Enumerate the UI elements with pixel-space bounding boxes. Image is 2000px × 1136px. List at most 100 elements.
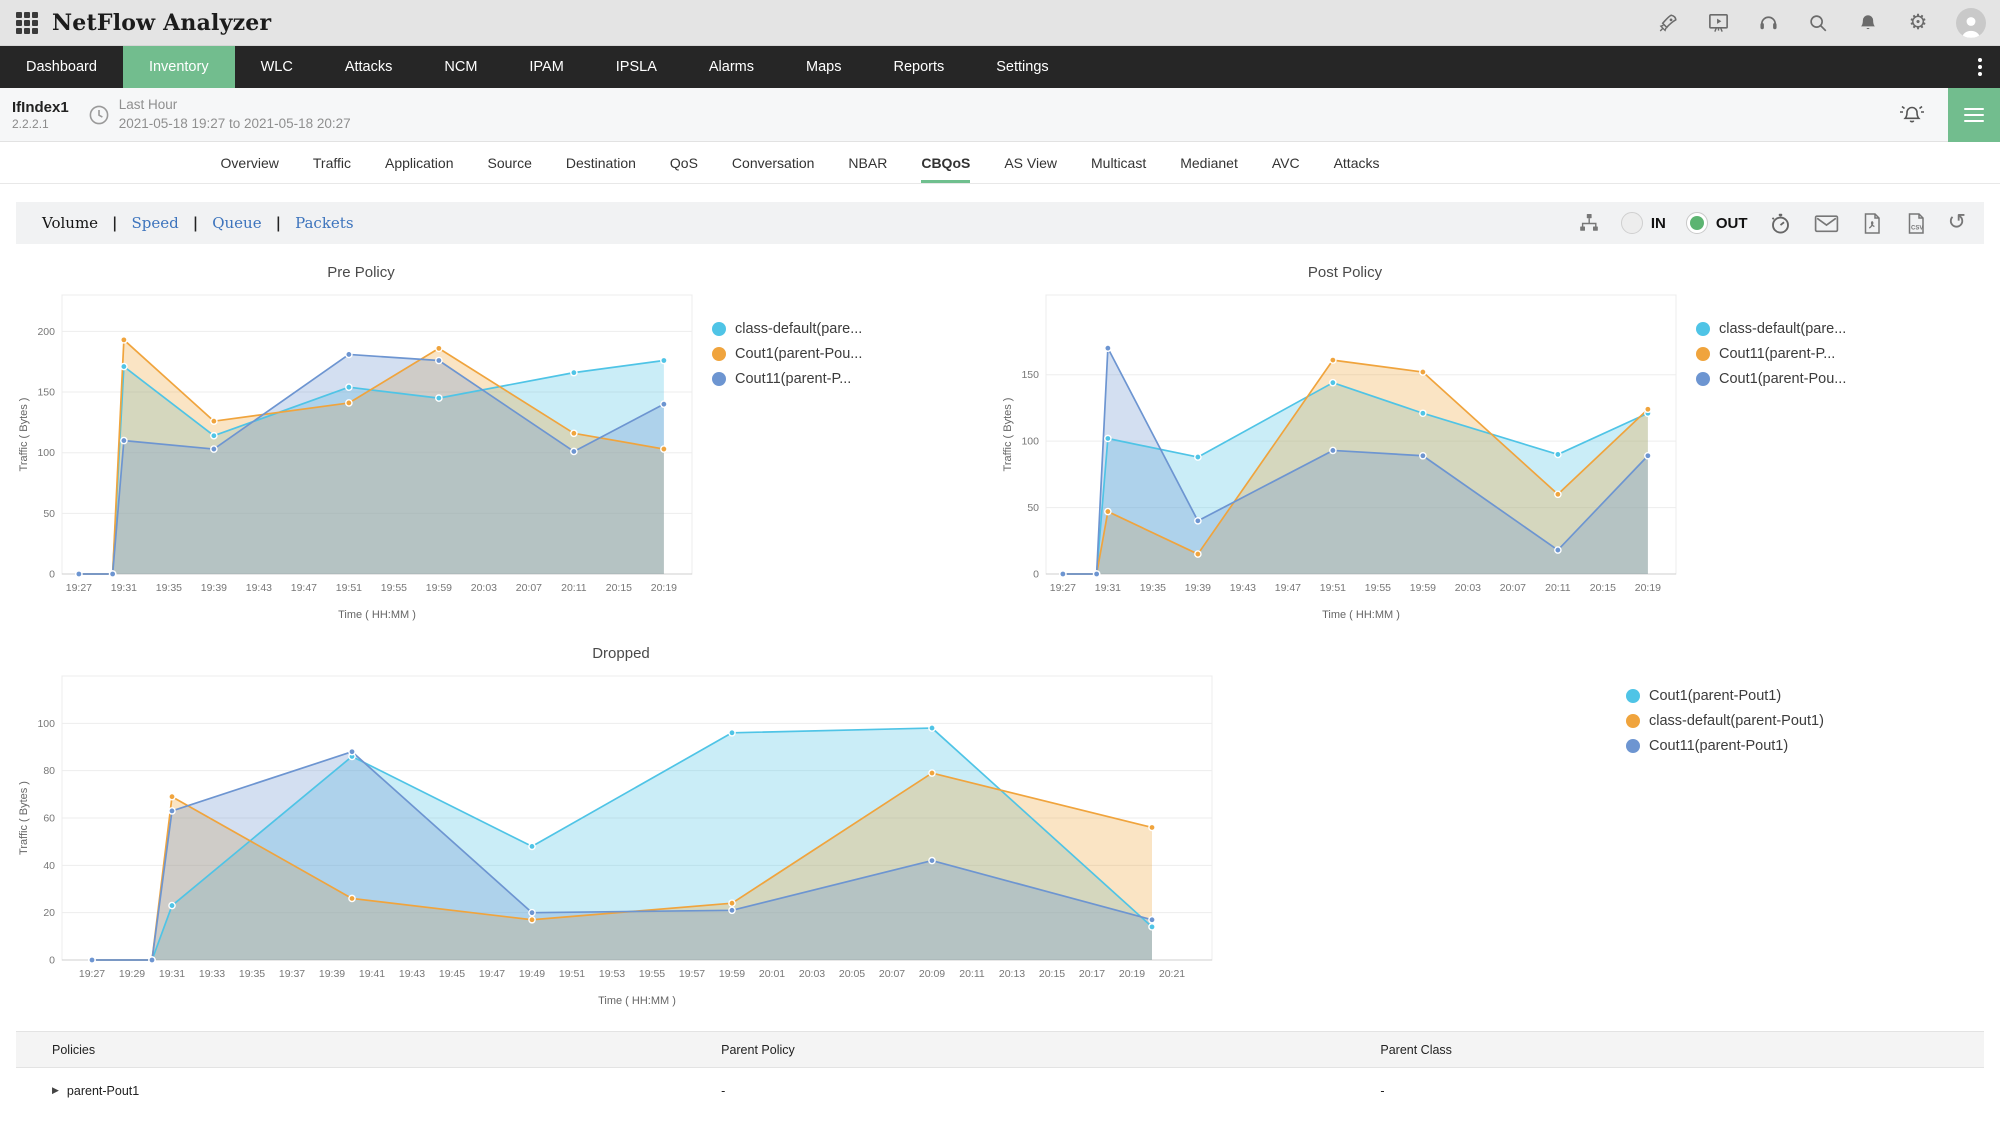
legend-item[interactable]: class-default(pare... [1696,321,1846,337]
metric-packets[interactable]: Packets [295,214,353,232]
data-point[interactable] [89,957,95,963]
app-grid-icon[interactable] [16,12,38,34]
data-point[interactable] [149,957,155,963]
tab-traffic[interactable]: Traffic [313,142,351,183]
data-point[interactable] [1105,435,1111,441]
tab-as-view[interactable]: AS View [1004,142,1057,183]
data-point[interactable] [1195,551,1201,557]
data-point[interactable] [529,843,535,849]
screen-demo-icon[interactable] [1706,11,1730,35]
data-point[interactable] [76,571,82,577]
data-point[interactable] [121,337,127,343]
data-point[interactable] [729,907,735,913]
data-point[interactable] [349,895,355,901]
data-point[interactable] [529,917,535,923]
pdf-export-icon[interactable] [1860,211,1884,236]
direction-in-radio[interactable]: IN [1621,212,1666,234]
tab-application[interactable]: Application [385,142,454,183]
data-point[interactable] [1420,453,1426,459]
tab-attacks[interactable]: Attacks [1334,142,1380,183]
nav-item-dashboard[interactable]: Dashboard [0,46,123,88]
data-point[interactable] [436,357,442,363]
tab-multicast[interactable]: Multicast [1091,142,1146,183]
time-period[interactable]: Last Hour 2021-05-18 19:27 to 2021-05-18… [119,96,351,132]
radio-checked[interactable] [1686,212,1708,234]
nav-item-settings[interactable]: Settings [970,46,1074,88]
data-point[interactable] [121,437,127,443]
nav-item-wlc[interactable]: WLC [235,46,319,88]
metric-speed[interactable]: Speed [132,214,179,232]
tab-source[interactable]: Source [488,142,532,183]
nav-item-inventory[interactable]: Inventory [123,46,235,88]
data-point[interactable] [169,808,175,814]
nav-overflow-kebab-icon[interactable] [1960,46,2000,88]
rocket-icon[interactable] [1656,11,1680,35]
data-point[interactable] [436,345,442,351]
data-point[interactable] [211,418,217,424]
data-point[interactable] [1149,917,1155,923]
nav-item-reports[interactable]: Reports [867,46,970,88]
data-point[interactable] [1555,451,1561,457]
data-point[interactable] [929,770,935,776]
data-point[interactable] [661,446,667,452]
data-point[interactable] [1060,571,1066,577]
data-point[interactable] [1195,454,1201,460]
data-point[interactable] [169,902,175,908]
data-point[interactable] [1645,453,1651,459]
data-point[interactable] [1555,547,1561,553]
legend-item[interactable]: class-default(parent-Pout1) [1626,713,1824,729]
data-point[interactable] [729,900,735,906]
support-headset-icon[interactable] [1756,11,1780,35]
data-point[interactable] [529,910,535,916]
data-point[interactable] [346,400,352,406]
data-point[interactable] [929,858,935,864]
legend-item[interactable]: Cout1(parent-Pout1) [1626,688,1824,704]
direction-out-radio[interactable]: OUT [1686,212,1748,234]
search-icon[interactable] [1806,11,1830,35]
tab-nbar[interactable]: NBAR [848,142,887,183]
nav-item-alarms[interactable]: Alarms [683,46,780,88]
data-point[interactable] [571,370,577,376]
tab-avc[interactable]: AVC [1272,142,1300,183]
data-point[interactable] [571,430,577,436]
csv-export-icon[interactable]: CSV [1904,211,1928,236]
legend-item[interactable]: class-default(pare... [712,321,862,337]
data-point[interactable] [1195,518,1201,524]
data-point[interactable] [1420,410,1426,416]
data-point[interactable] [211,433,217,439]
data-point[interactable] [571,448,577,454]
interface-alarm-icon[interactable] [1898,102,1926,128]
data-point[interactable] [211,446,217,452]
refresh-icon[interactable]: ↺ [1948,212,1966,234]
legend-item[interactable]: Cout11(parent-Pout1) [1626,738,1824,754]
policy-name[interactable]: parent-Pout1 [67,1084,139,1098]
nav-item-ncm[interactable]: NCM [418,46,503,88]
tab-medianet[interactable]: Medianet [1180,142,1238,183]
tab-qos[interactable]: QoS [670,142,698,183]
data-point[interactable] [1330,357,1336,363]
side-menu-button[interactable] [1948,88,2000,142]
legend-item[interactable]: Cout11(parent-P... [712,371,862,387]
data-point[interactable] [1149,924,1155,930]
email-icon[interactable] [1813,211,1840,236]
settings-gear-icon[interactable]: ⚙ [1906,11,1930,35]
data-point[interactable] [1149,824,1155,830]
data-point[interactable] [1094,571,1100,577]
data-point[interactable] [349,749,355,755]
data-point[interactable] [661,401,667,407]
nav-item-maps[interactable]: Maps [780,46,867,88]
data-point[interactable] [110,571,116,577]
timer-icon[interactable] [1768,211,1793,236]
topology-icon[interactable] [1577,211,1601,235]
radio-unchecked[interactable] [1621,212,1643,234]
data-point[interactable] [1105,508,1111,514]
data-point[interactable] [346,384,352,390]
data-point[interactable] [729,730,735,736]
nav-item-ipsla[interactable]: IPSLA [590,46,683,88]
data-point[interactable] [661,357,667,363]
notifications-bell-icon[interactable] [1856,11,1880,35]
data-point[interactable] [929,725,935,731]
data-point[interactable] [436,395,442,401]
nav-item-ipam[interactable]: IPAM [503,46,589,88]
data-point[interactable] [1420,369,1426,375]
